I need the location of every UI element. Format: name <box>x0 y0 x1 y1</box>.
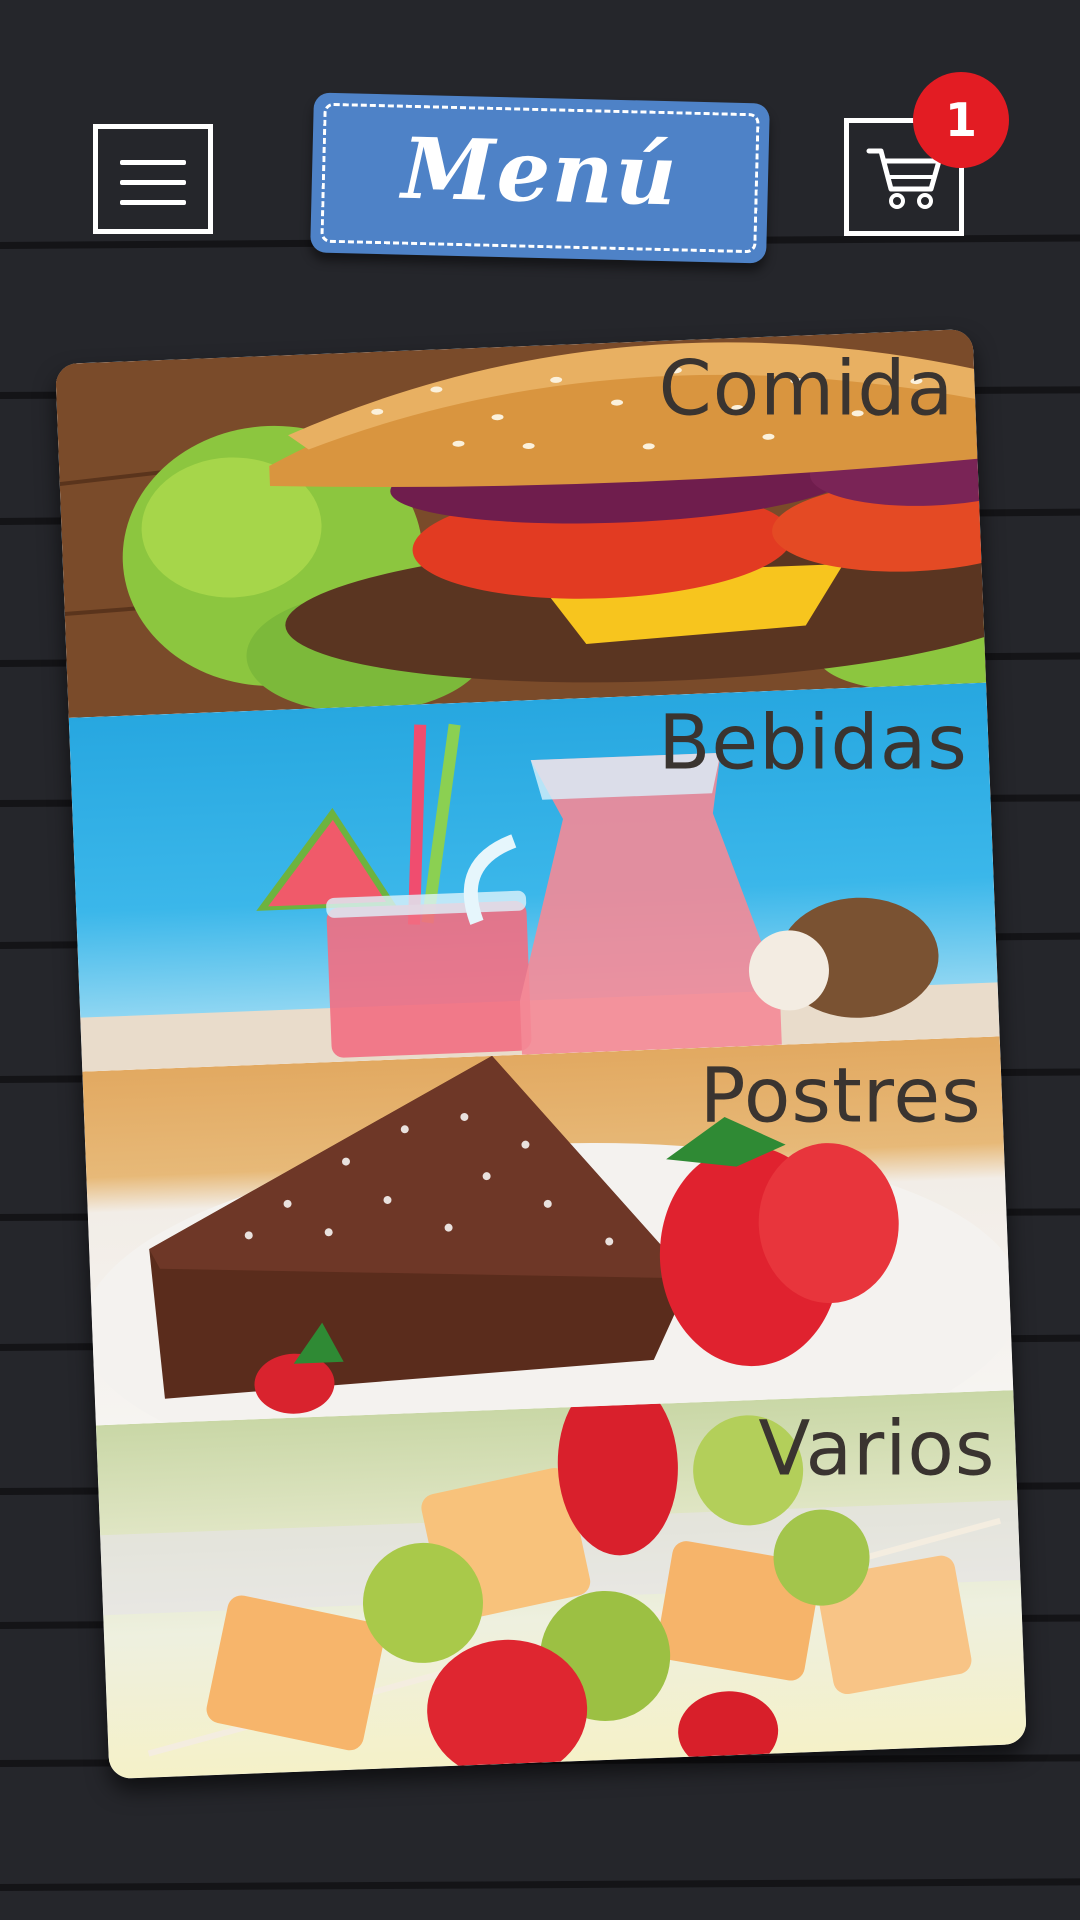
background-plank-line <box>0 1878 1080 1891</box>
menu-button[interactable] <box>93 124 213 234</box>
category-label: Comida <box>659 343 955 433</box>
hamburger-icon-bar <box>120 180 186 185</box>
category-label: Bebidas <box>658 697 969 787</box>
category-label: Varios <box>758 1403 996 1493</box>
category-postres[interactable]: Postres <box>82 1036 1014 1426</box>
category-bebidas[interactable]: Bebidas <box>68 682 1000 1072</box>
hamburger-icon-bar <box>120 200 186 205</box>
app-screen: Menú 1 Comida Bebidas Postres Varios <box>0 0 1080 1920</box>
page-title: Menú <box>400 118 680 225</box>
category-label: Postres <box>699 1050 982 1140</box>
category-card: Comida Bebidas Postres Varios <box>55 328 1027 1780</box>
category-comida[interactable]: Comida <box>55 328 987 718</box>
title-banner: Menú <box>310 92 770 264</box>
category-varios[interactable]: Varios <box>95 1390 1027 1780</box>
hamburger-icon <box>120 160 186 165</box>
cart-count-badge: 1 <box>913 72 1009 168</box>
